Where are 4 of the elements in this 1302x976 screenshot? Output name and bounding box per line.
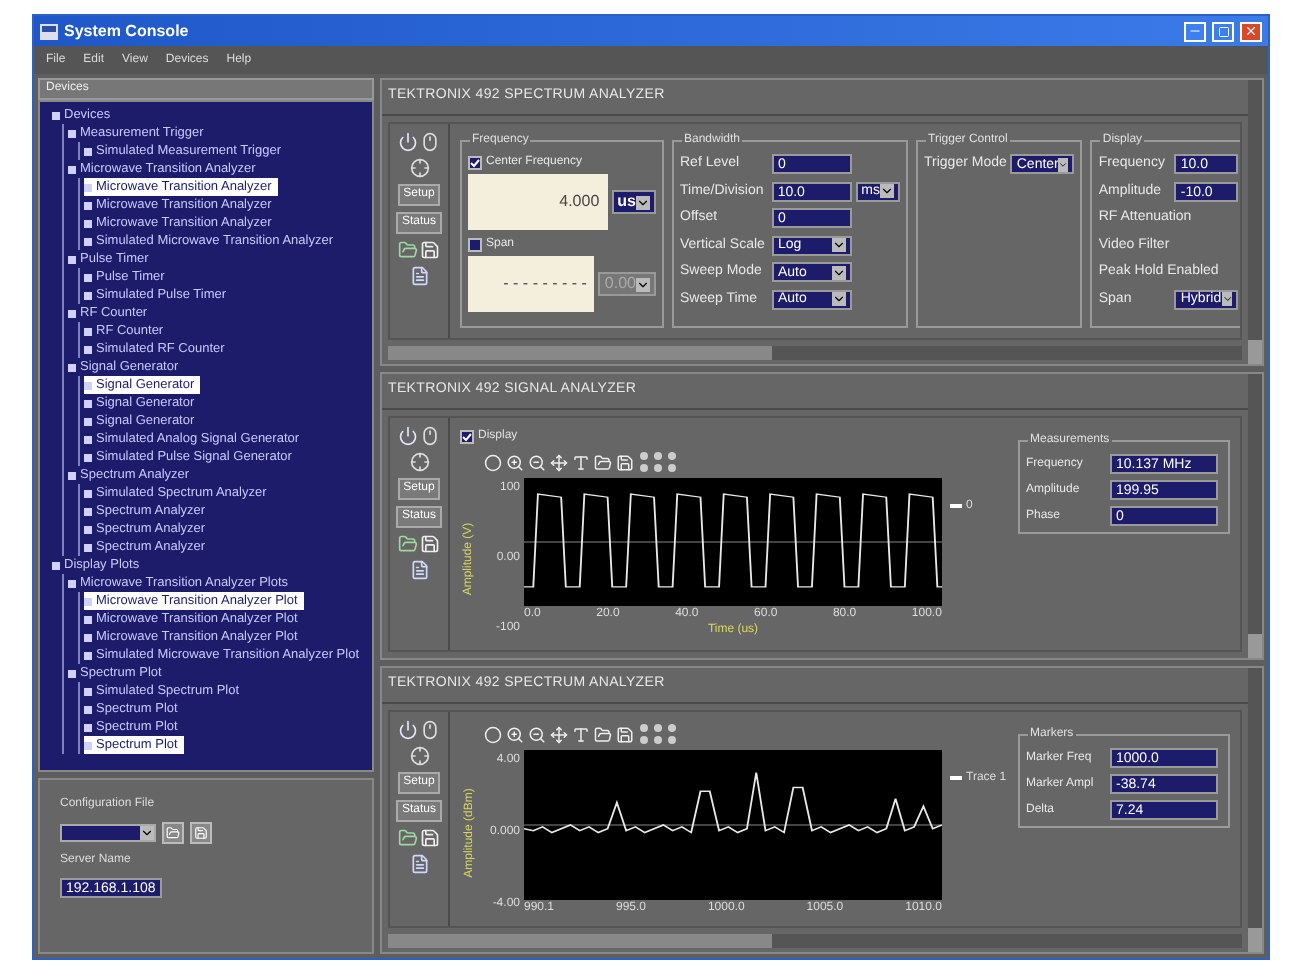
unit-dropdown[interactable]: us [611, 190, 656, 214]
value-display: - - - - - - - - - [468, 256, 595, 312]
window-title: System Console [64, 19, 191, 43]
value-display: 4.000 [468, 174, 608, 230]
